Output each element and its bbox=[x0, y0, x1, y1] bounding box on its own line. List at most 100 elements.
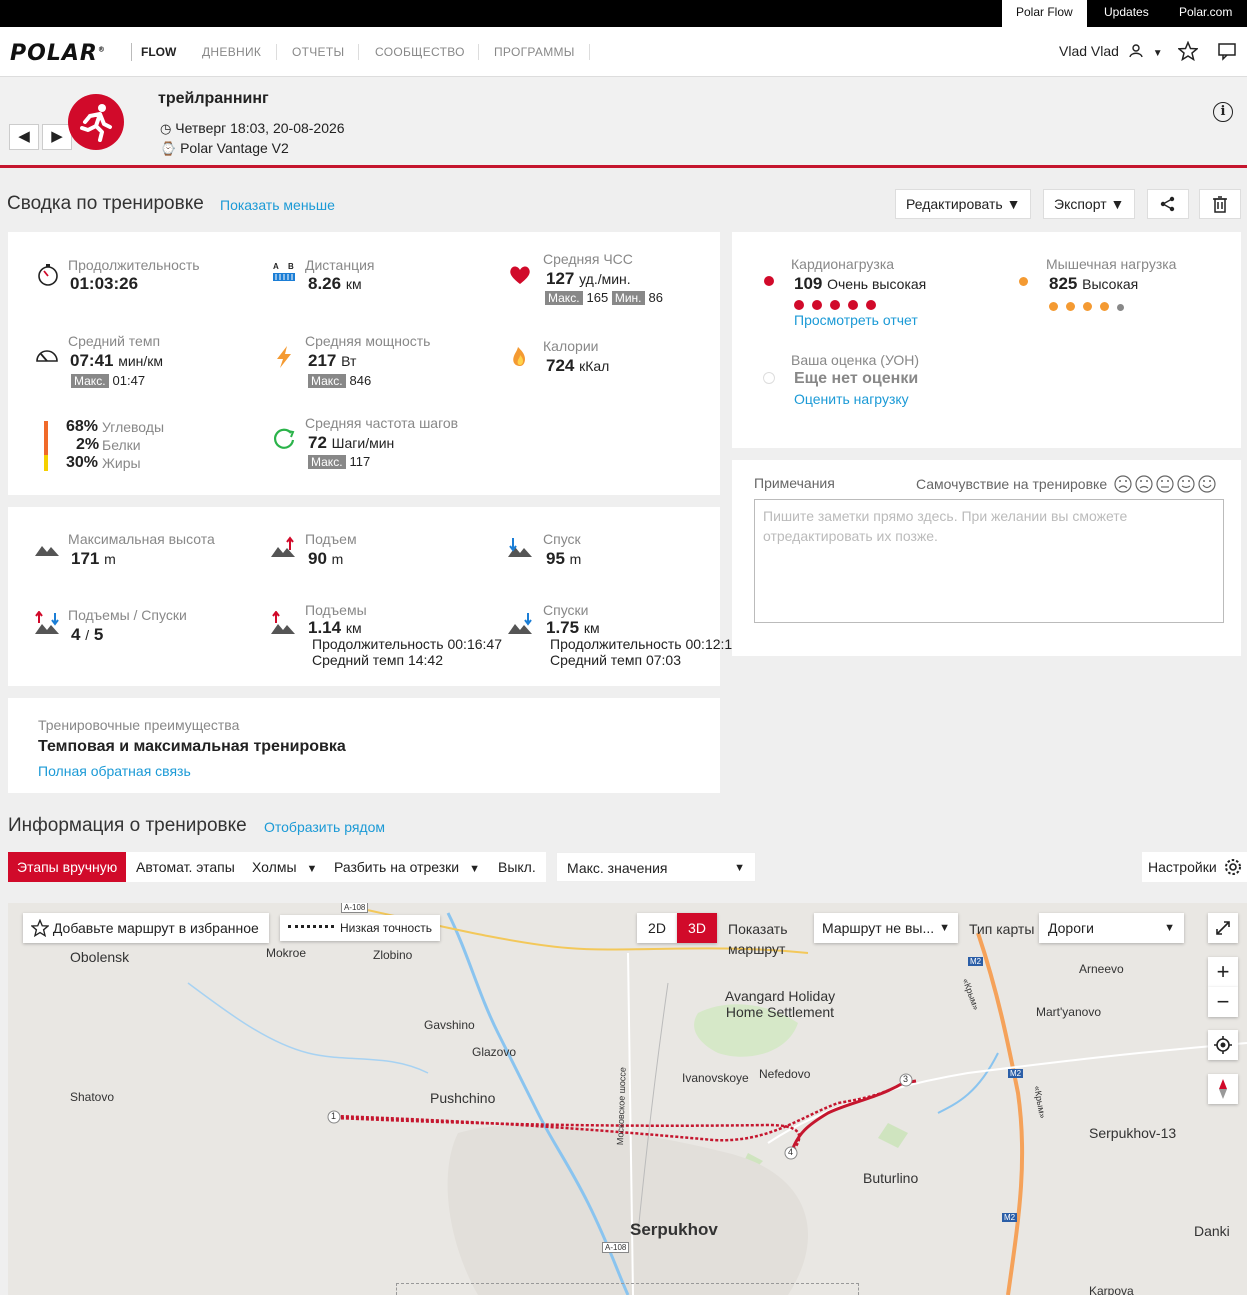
downhills-value: 1.75 км bbox=[546, 618, 600, 637]
nav-separator bbox=[276, 44, 277, 60]
climbs-label: Подъемы / Спуски bbox=[68, 607, 187, 623]
delete-button[interactable] bbox=[1199, 189, 1241, 219]
route-map[interactable]: 1 3 4 A-108 A-108 M2 M2 M2 «Крым» «Крым»… bbox=[8, 903, 1247, 1295]
session-device: ⌚ Polar Vantage V2 bbox=[160, 140, 289, 156]
place-arneevo: Arneevo bbox=[1079, 962, 1124, 976]
route-marker-1[interactable]: 1 bbox=[331, 1111, 336, 1121]
user-name: Vlad Vlad bbox=[1059, 43, 1119, 59]
map-type-select[interactable]: Дороги ▼ bbox=[1039, 913, 1184, 943]
info-icon[interactable]: i bbox=[1213, 102, 1233, 122]
top-bar: Polar Flow Updates Polar.com bbox=[0, 0, 1247, 27]
place-martyanovo: Mart'yanovo bbox=[1036, 1005, 1101, 1019]
place-obolensk: Obolensk bbox=[70, 949, 130, 965]
off-tab[interactable]: Выкл. bbox=[498, 852, 536, 882]
auto-laps-tab[interactable]: Автомат. этапы bbox=[136, 852, 235, 882]
add-favorite-route-button[interactable]: Добавьте маршрут в избранное bbox=[23, 913, 269, 943]
hills-tab[interactable]: Холмы ▼ bbox=[252, 852, 318, 882]
notes-textarea[interactable]: Пишите заметки прямо здесь. При желании … bbox=[754, 499, 1224, 623]
show-route-label[interactable]: Показать маршрут bbox=[728, 919, 798, 959]
rpe-label: Ваша оценка (УОН) bbox=[791, 352, 920, 368]
settings-button[interactable]: Настройки bbox=[1142, 852, 1247, 882]
ascent-value: 90 m bbox=[308, 549, 344, 568]
route-marker-3[interactable]: 3 bbox=[903, 1074, 908, 1084]
zoom-out-button[interactable]: − bbox=[1208, 987, 1238, 1017]
show-side-by-side-link[interactable]: Отобразить рядом bbox=[264, 819, 385, 835]
training-benefit-card: Тренировочные преимущества Темповая и ма… bbox=[8, 698, 720, 793]
load-dot bbox=[866, 300, 876, 310]
downhills-duration: Продолжительность 00:12:1 bbox=[550, 636, 733, 652]
training-load-card: Кардионагрузка 109 Очень высокая Просмот… bbox=[732, 232, 1241, 448]
dotted-line-icon bbox=[288, 925, 334, 928]
show-less-link[interactable]: Показать меньше bbox=[220, 197, 335, 213]
mountain-icon bbox=[35, 546, 59, 556]
protein-pct: 2% bbox=[76, 436, 100, 453]
3d-mode-button[interactable]: 3D bbox=[677, 913, 717, 943]
gear-icon bbox=[1225, 859, 1241, 875]
2d-mode-button[interactable]: 2D bbox=[637, 913, 677, 943]
zoom-in-button[interactable]: + bbox=[1208, 957, 1238, 987]
star-icon[interactable] bbox=[1178, 41, 1198, 61]
place-avangard: Avangard Holiday Home Settlement bbox=[724, 988, 836, 1020]
heart-icon bbox=[510, 266, 530, 284]
locate-button[interactable] bbox=[1208, 1030, 1238, 1060]
load-dot bbox=[1100, 302, 1109, 311]
prev-session-button[interactable]: ◀ bbox=[9, 124, 39, 150]
fullscreen-button[interactable] bbox=[1208, 913, 1238, 943]
nav-item-community[interactable]: СООБЩЕСТВО bbox=[375, 44, 465, 60]
uphills-duration: Продолжительность 00:16:47 bbox=[312, 636, 502, 652]
stopwatch-icon bbox=[38, 264, 58, 286]
share-icon bbox=[1160, 196, 1175, 212]
share-button[interactable] bbox=[1147, 189, 1189, 219]
max-altitude-value: 171 m bbox=[71, 549, 116, 568]
polar-logo[interactable]: POLAR® bbox=[10, 41, 106, 66]
hr-label: Средняя ЧСС bbox=[543, 251, 633, 267]
place-buturlino: Buturlino bbox=[863, 1170, 919, 1186]
route-select[interactable]: Маршрут не вы... ▼ bbox=[814, 913, 958, 943]
muscle-load-dots bbox=[1049, 298, 1132, 316]
topbar-link-polar-com[interactable]: Polar.com bbox=[1179, 0, 1232, 27]
route-marker-4[interactable]: 4 bbox=[788, 1147, 793, 1157]
place-zlobino: Zlobino bbox=[373, 948, 413, 962]
nav-item-reports[interactable]: ОТЧЕТЫ bbox=[292, 44, 344, 60]
flow-label[interactable]: FLOW bbox=[131, 43, 176, 61]
downhill-icon bbox=[508, 613, 532, 634]
edit-button[interactable]: Редактировать ▼ bbox=[895, 189, 1032, 219]
lightning-icon bbox=[277, 346, 291, 368]
rate-load-link[interactable]: Оценить нагрузку bbox=[794, 391, 909, 407]
user-menu[interactable]: Vlad Vlad ▼ bbox=[1059, 43, 1163, 59]
expand-icon bbox=[1216, 921, 1230, 935]
manual-laps-tab[interactable]: Этапы вручную bbox=[8, 852, 127, 882]
carbs-pct: 68% bbox=[66, 418, 99, 435]
place-ivanovskoye: Ivanovskoye bbox=[682, 1071, 749, 1085]
muscle-indicator bbox=[1019, 277, 1028, 286]
full-feedback-link[interactable]: Полная обратная связь bbox=[38, 763, 191, 779]
nav-item-diary[interactable]: ДНЕВНИК bbox=[202, 44, 261, 60]
cadence-label: Средняя частота шагов bbox=[305, 415, 459, 431]
place-serpukhov: Serpukhov bbox=[630, 1220, 718, 1239]
svg-text:A: A bbox=[273, 262, 279, 271]
clock-icon: ◷ bbox=[160, 121, 172, 136]
user-icon bbox=[1129, 44, 1143, 58]
max-values-select[interactable]: Макс. значения ▼ bbox=[556, 852, 756, 882]
place-mokroe: Mokroe bbox=[266, 946, 307, 960]
nav-item-programs[interactable]: ПРОГРАММЫ bbox=[494, 44, 575, 60]
load-dot bbox=[812, 300, 822, 310]
split-segments-tab[interactable]: Разбить на отрезки ▼ bbox=[334, 852, 481, 882]
message-icon[interactable] bbox=[1217, 41, 1237, 61]
view-report-link[interactable]: Просмотреть отчет bbox=[794, 312, 918, 328]
hr-value: 127 уд./мин. bbox=[546, 269, 631, 288]
gps-accuracy-indicator: Низкая точность bbox=[280, 915, 440, 941]
export-button[interactable]: Экспорт ▼ bbox=[1043, 189, 1136, 219]
max-altitude-label: Максимальная высота bbox=[68, 531, 215, 547]
topbar-link-polar-flow[interactable]: Polar Flow bbox=[1002, 0, 1087, 27]
compass-button[interactable] bbox=[1208, 1074, 1238, 1104]
topbar-link-updates[interactable]: Updates bbox=[1104, 0, 1149, 27]
muscle-load-label: Мышечная нагрузка bbox=[1046, 256, 1177, 272]
star-icon bbox=[30, 918, 50, 938]
fat-pct: 30% bbox=[66, 454, 99, 471]
map-canvas bbox=[187, 907, 1247, 1295]
rpe-indicator bbox=[763, 372, 775, 384]
place-gavshino: Gavshino bbox=[424, 1018, 475, 1032]
calories-label: Калории bbox=[543, 338, 599, 354]
cardio-indicator bbox=[764, 276, 774, 286]
